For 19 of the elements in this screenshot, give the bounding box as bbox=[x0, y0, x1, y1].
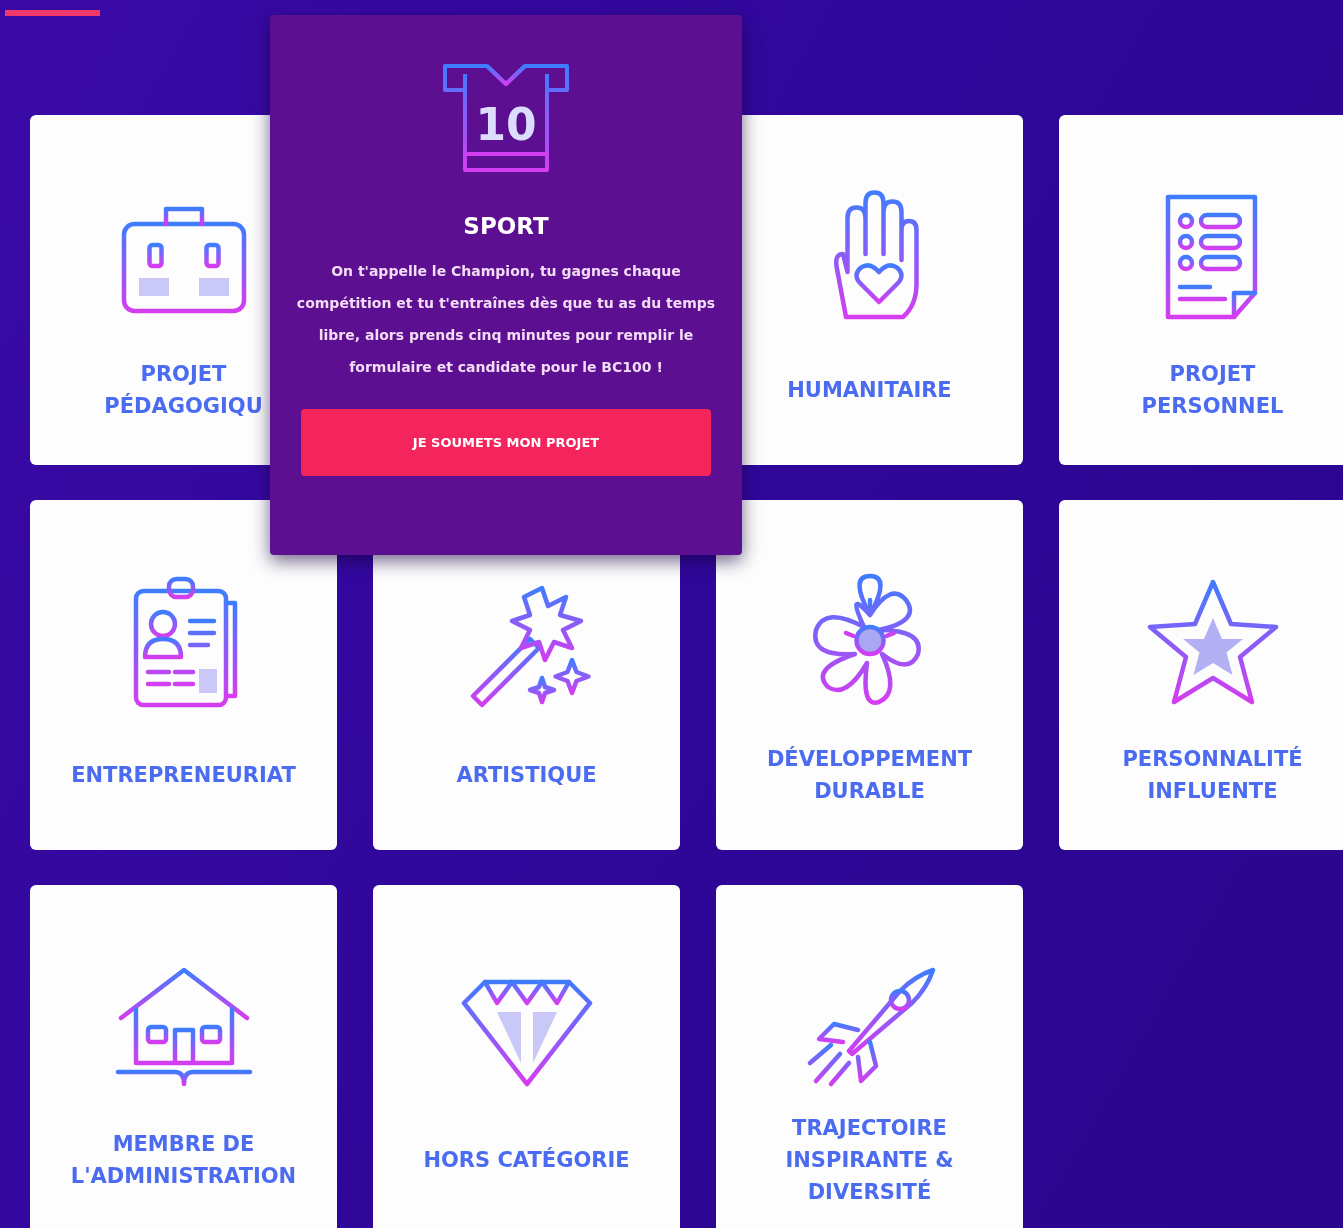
category-card[interactable]: TRAJECTOIRE INSPIRANTE & DIVERSITÉ bbox=[716, 885, 1023, 1228]
category-card[interactable]: PERSONNALITÉ INFLUENTE bbox=[1059, 500, 1343, 850]
category-card[interactable]: PROJET PERSONNEL bbox=[1059, 115, 1343, 465]
category-label: HORS CATÉGORIE bbox=[423, 1146, 630, 1174]
popup-title: SPORT bbox=[463, 213, 549, 239]
category-card[interactable]: HORS CATÉGORIE bbox=[373, 885, 680, 1228]
category-label: TRAJECTOIRE INSPIRANTE & DIVERSITÉ bbox=[785, 1115, 954, 1206]
category-label: PROJET PERSONNEL bbox=[1141, 361, 1284, 420]
submit-project-button[interactable]: JE SOUMETS MON PROJET bbox=[301, 409, 711, 476]
category-label: ARTISTIQUE bbox=[456, 762, 597, 789]
category-label: ENTREPRENEURIAT bbox=[71, 762, 296, 789]
category-card[interactable]: MEMBRE DE L'ADMINISTRATION bbox=[30, 885, 337, 1228]
category-label: MEMBRE DE L'ADMINISTRATION bbox=[70, 1131, 297, 1190]
category-label: PERSONNALITÉ INFLUENTE bbox=[1122, 745, 1303, 805]
category-card[interactable]: DÉVELOPPEMENT DURABLE bbox=[716, 500, 1023, 850]
category-card[interactable]: ENTREPRENEURIAT bbox=[30, 500, 337, 850]
category-label: PROJET PÉDAGOGIQU bbox=[104, 361, 263, 420]
category-label: HUMANITAIRE bbox=[787, 377, 952, 404]
category-label: DÉVELOPPEMENT DURABLE bbox=[766, 745, 973, 805]
